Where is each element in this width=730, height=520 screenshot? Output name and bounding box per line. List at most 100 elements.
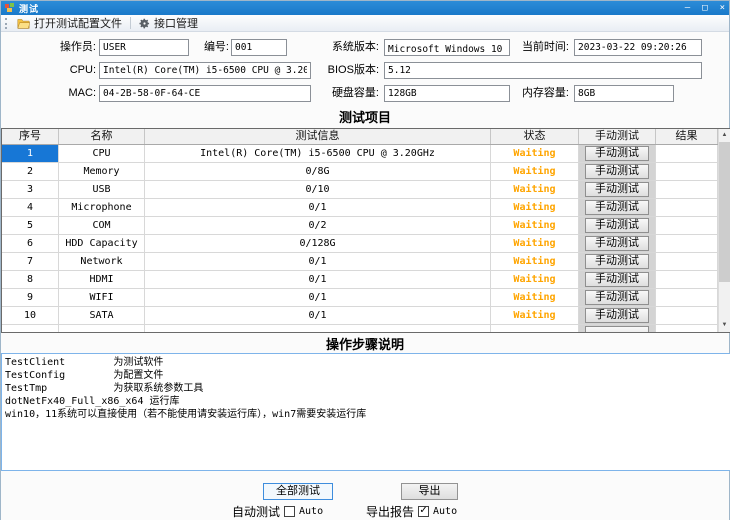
table-row[interactable]: 1 CPU Intel(R) Core(TM) i5-6500 CPU @ 3.… <box>2 145 730 163</box>
time-field[interactable] <box>574 39 702 56</box>
row-no: 1 <box>2 145 59 163</box>
row-name: Microphone <box>59 199 145 217</box>
table-row[interactable]: 9 WIFI 0/1 Waiting 手动测试 <box>2 289 730 307</box>
row-result <box>656 163 718 181</box>
row-name: HDMI <box>59 271 145 289</box>
row-no: 7 <box>2 253 59 271</box>
row-manual-cell <box>579 325 656 333</box>
number-field[interactable] <box>231 39 287 56</box>
row-no: 9 <box>2 289 59 307</box>
maximize-button[interactable]: □ <box>702 1 707 15</box>
row-status: Waiting <box>491 289 579 307</box>
row-manual-button[interactable]: 手动测试 <box>585 164 649 179</box>
bios-field[interactable] <box>384 62 702 79</box>
table-row[interactable]: 5 COM 0/2 Waiting 手动测试 <box>2 217 730 235</box>
row-name: CPU <box>59 145 145 163</box>
row-manual-cell: 手动测试 <box>579 145 656 163</box>
row-manual-button[interactable]: 手动测试 <box>585 146 649 161</box>
col-header-name: 名称 <box>59 129 145 144</box>
toolbar: 打开测试配置文件 接口管理 <box>1 15 729 32</box>
mac-label: MAC: <box>36 85 96 102</box>
cpu-field[interactable] <box>99 62 311 79</box>
table-row[interactable]: 4 Microphone 0/1 Waiting 手动测试 <box>2 199 730 217</box>
row-manual-button[interactable]: 手动测试 <box>585 290 649 305</box>
scroll-down-icon[interactable]: ▼ <box>719 319 730 332</box>
row-result <box>656 307 718 325</box>
row-manual-button[interactable]: 手动测试 <box>585 200 649 215</box>
auto-test-group: 自动测试 Auto <box>232 504 323 518</box>
os-field[interactable] <box>384 39 510 56</box>
row-manual-button[interactable] <box>585 326 649 333</box>
ram-field[interactable] <box>574 85 674 102</box>
col-header-no: 序号 <box>2 129 59 144</box>
table-row[interactable]: 8 HDMI 0/1 Waiting 手动测试 <box>2 271 730 289</box>
interface-mgmt-button[interactable]: 接口管理 <box>134 15 203 31</box>
minimize-button[interactable]: – <box>685 1 690 15</box>
row-manual-button[interactable]: 手动测试 <box>585 254 649 269</box>
row-manual-button[interactable]: 手动测试 <box>585 218 649 233</box>
row-name: WIFI <box>59 289 145 307</box>
row-result <box>656 253 718 271</box>
open-config-button[interactable]: 打开测试配置文件 <box>12 15 127 31</box>
row-info: 0/128G <box>145 235 491 253</box>
number-label: 编号: <box>189 39 229 56</box>
table-row[interactable]: 2 Memory 0/8G Waiting 手动测试 <box>2 163 730 181</box>
table-scrollbar[interactable]: ▲ ▼ <box>718 129 730 332</box>
row-manual-button[interactable]: 手动测试 <box>585 236 649 251</box>
row-manual-cell: 手动测试 <box>579 271 656 289</box>
row-status: Waiting <box>491 145 579 163</box>
table-row[interactable]: 7 Network 0/1 Waiting 手动测试 <box>2 253 730 271</box>
row-result <box>656 145 718 163</box>
row-status: Waiting <box>491 163 579 181</box>
toolbar-grip <box>5 18 8 29</box>
row-manual-cell: 手动测试 <box>579 181 656 199</box>
export-report-group: 导出报告 Auto <box>366 504 457 518</box>
operator-field[interactable] <box>99 39 189 56</box>
export-report-checkbox-label: Auto <box>433 506 457 517</box>
row-info: 0/2 <box>145 217 491 235</box>
row-manual-cell: 手动测试 <box>579 163 656 181</box>
window-title: 测试 <box>19 2 39 15</box>
export-button[interactable]: 导出 <box>401 483 458 500</box>
scroll-thumb[interactable] <box>719 142 730 282</box>
row-status: Waiting <box>491 181 579 199</box>
row-name: Network <box>59 253 145 271</box>
instructions-box[interactable]: TestClient 为测试软件 TestConfig 为配置文件 TestTm… <box>1 353 730 471</box>
test-all-button[interactable]: 全部测试 <box>263 483 333 500</box>
table-row[interactable] <box>2 325 730 333</box>
mac-field[interactable] <box>99 85 311 102</box>
row-no <box>2 325 59 333</box>
row-manual-button[interactable]: 手动测试 <box>585 308 649 323</box>
row-info: 0/1 <box>145 289 491 307</box>
os-label: 系统版本: <box>319 39 379 56</box>
test-table: 序号 名称 测试信息 状态 手动测试 结果 1 CPU Intel(R) Cor… <box>1 128 730 333</box>
row-name: HDD Capacity <box>59 235 145 253</box>
export-report-label: 导出报告 <box>366 503 414 520</box>
row-status: Waiting <box>491 271 579 289</box>
row-manual-button[interactable]: 手动测试 <box>585 182 649 197</box>
table-row[interactable]: 3 USB 0/10 Waiting 手动测试 <box>2 181 730 199</box>
row-info: 0/1 <box>145 199 491 217</box>
test-section-title: 测试项目 <box>1 107 729 126</box>
scroll-up-icon[interactable]: ▲ <box>719 129 730 142</box>
instructions-title: 操作步骤说明 <box>1 334 729 353</box>
col-header-status: 状态 <box>491 129 579 144</box>
auto-test-checkbox-label: Auto <box>299 506 323 517</box>
export-report-checkbox[interactable] <box>418 506 429 517</box>
row-no: 4 <box>2 199 59 217</box>
toolbar-separator <box>130 17 131 29</box>
table-row[interactable]: 6 HDD Capacity 0/128G Waiting 手动测试 <box>2 235 730 253</box>
row-status: Waiting <box>491 217 579 235</box>
col-header-info: 测试信息 <box>145 129 491 144</box>
row-info: Intel(R) Core(TM) i5-6500 CPU @ 3.20GHz <box>145 145 491 163</box>
hdd-field[interactable] <box>384 85 510 102</box>
row-no: 3 <box>2 181 59 199</box>
auto-test-checkbox[interactable] <box>284 506 295 517</box>
row-status: Waiting <box>491 253 579 271</box>
titlebar: 测试 – □ × <box>1 1 729 15</box>
row-manual-button[interactable]: 手动测试 <box>585 272 649 287</box>
close-button[interactable]: × <box>720 1 725 15</box>
table-row[interactable]: 10 SATA 0/1 Waiting 手动测试 <box>2 307 730 325</box>
row-manual-cell: 手动测试 <box>579 253 656 271</box>
footer: 全部测试 导出 自动测试 Auto 导出报告 Auto <box>1 471 729 520</box>
